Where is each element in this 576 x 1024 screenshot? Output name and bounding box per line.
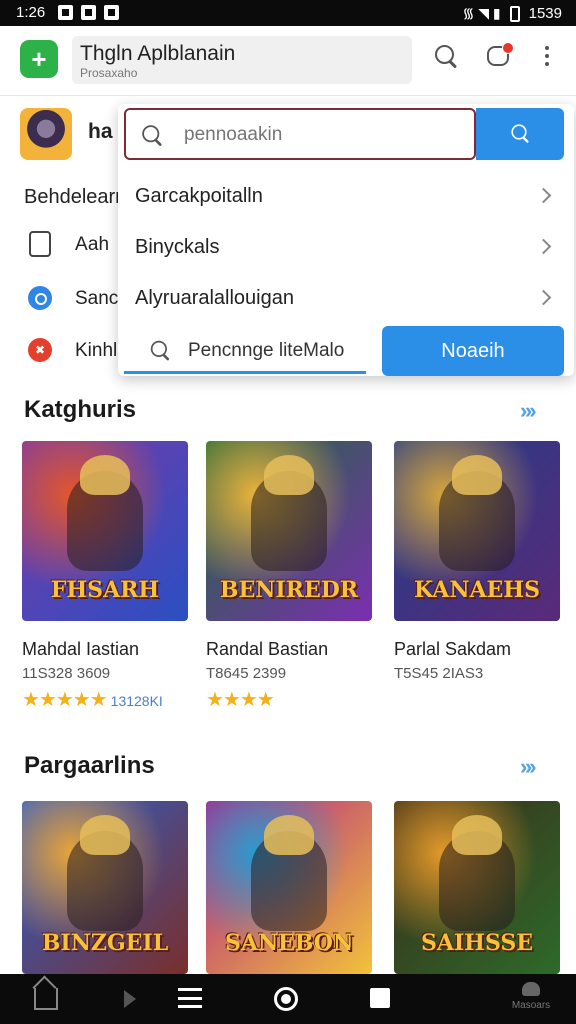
signal-icon: ᯾ ◥ ▮ (462, 5, 501, 21)
game-title-partial: ha (88, 120, 113, 143)
status-bar: 1:26 ᯾ ◥ ▮ 1539 (0, 0, 576, 26)
phone-icon (29, 231, 51, 257)
hero-helmet (264, 455, 314, 495)
notification-badge (502, 42, 514, 54)
rating-count: 13128KI (110, 693, 163, 709)
suggestion-item[interactable]: Alyruaralallouigan (118, 274, 574, 324)
recents-square-icon[interactable] (370, 988, 390, 1008)
game-meta: 11S328 3609 (22, 665, 111, 682)
search-button[interactable] (432, 42, 462, 72)
search-dropdown: Garcakpoitalln Binyckals Alyruaralalloui… (118, 104, 574, 376)
menu-icon[interactable] (178, 988, 202, 1008)
suggestion-item[interactable]: Binyckals (118, 223, 574, 273)
see-more-arrows-icon[interactable]: »› (520, 754, 536, 780)
suggestion-label: Binyckals (135, 236, 220, 258)
bottom-navigation-bar: Masoars (0, 974, 576, 1024)
game-logo-text: BENIREDR (219, 577, 359, 603)
hero-helmet (80, 815, 130, 855)
game-name: Mahdal Iastian (22, 639, 140, 659)
profile-icon (522, 982, 540, 996)
sidebar-item-label: Ааh (75, 234, 110, 255)
notification-icon (81, 5, 96, 20)
app-title-box[interactable]: Thgln Aplblanain Prosaxaho (72, 36, 412, 84)
play-icon[interactable] (124, 990, 136, 1008)
app-subtitle: Prosaxaho (80, 66, 138, 80)
secondary-search-field[interactable]: Pencnnge liteMalo (124, 328, 366, 374)
app-title: Thgln Aplblanain (80, 42, 236, 65)
status-notification-icons (58, 5, 119, 20)
battery-icon (509, 5, 520, 22)
game-logo-text: SANEBON (224, 930, 354, 956)
suggestion-label: Garcakpoitalln (135, 185, 263, 207)
game-logo-text: FHSARH (50, 577, 160, 603)
notification-icon (58, 5, 73, 20)
notifications-button[interactable] (484, 42, 514, 72)
sidebar-item-1[interactable]: Ааh (0, 222, 120, 268)
search-submit-button[interactable] (476, 108, 564, 160)
game-cover-art[interactable]: FHSARH (22, 441, 188, 621)
search-icon (432, 42, 462, 72)
sidebar-item-label: Kinhl (75, 340, 118, 361)
hero-helmet (452, 815, 502, 855)
search-action-button[interactable]: Noaeih (382, 326, 564, 376)
status-time: 1:26 (16, 4, 46, 21)
game-cover-art[interactable]: BINZGEIL (22, 801, 188, 974)
game-cover-art[interactable]: KANAEHS (394, 441, 560, 621)
home-circle-icon[interactable] (274, 987, 298, 1011)
chevron-right-icon (535, 238, 552, 255)
game-name: Randal Bastian (206, 639, 329, 659)
app-logo-icon[interactable]: + (20, 40, 58, 78)
search-field[interactable] (124, 108, 476, 160)
search-icon (148, 338, 174, 364)
game-controller-icon: ✖ (28, 338, 52, 362)
sidebar-heading: Behdelearn (24, 186, 127, 208)
status-right: ᯾ ◥ ▮ 1539 (462, 4, 562, 23)
overflow-menu-button[interactable] (532, 42, 562, 72)
game-logo-text: KANAEHS (414, 577, 540, 603)
suggestion-label: Alyruaralallouigan (135, 287, 294, 309)
game-logo-text: BINZGEIL (41, 930, 169, 956)
see-more-arrows-icon[interactable]: »› (520, 398, 536, 424)
suggestion-item[interactable]: Garcakpoitalln (118, 172, 574, 222)
search-icon (140, 123, 167, 150)
profile-nav-label: Masoars (511, 1000, 551, 1011)
game-name: Parlal Sakdam (394, 639, 512, 659)
search-icon (509, 122, 533, 146)
sidebar-item-2[interactable]: Sanc (0, 276, 120, 322)
rating-stars: ★★★★ (206, 687, 275, 712)
chevron-right-icon (535, 289, 552, 306)
hero-helmet (80, 455, 130, 495)
game-meta: T5S45 2IAS3 (394, 665, 484, 682)
game-meta: T8645 2399 (206, 665, 287, 682)
app-bar: + Thgln Aplblanain Prosaxaho (0, 26, 576, 96)
sidebar-item-3[interactable]: ✖ Kinhl (0, 328, 120, 374)
section-title-popular: Pargaarlins (24, 752, 155, 779)
chat-icon (28, 286, 52, 310)
game-cover-art[interactable]: BENIREDR (206, 441, 372, 621)
hero-helmet (264, 815, 314, 855)
hero-helmet (452, 455, 502, 495)
status-right-time: 1539 (528, 5, 562, 22)
game-cover-art[interactable]: SANEBON (206, 801, 372, 974)
sidebar-item-label: Sanc (75, 288, 119, 309)
game-thumbnail[interactable] (20, 108, 72, 160)
rating-stars: ★★★★★ 13128KI (22, 687, 163, 712)
section-title-categories: Katghuris (24, 396, 137, 423)
game-cover-art[interactable]: SAIHSSE (394, 801, 560, 974)
profile-nav-item[interactable]: Masoars (506, 982, 556, 1022)
home-icon[interactable] (34, 988, 58, 1010)
chevron-right-icon (535, 187, 552, 204)
star-icons: ★★★★ (206, 689, 275, 711)
more-vert-icon (545, 46, 549, 50)
notification-icon (104, 5, 119, 20)
search-input[interactable] (184, 122, 464, 148)
secondary-search-label: Pencnnge liteMalo (188, 340, 345, 361)
star-icons: ★★★★★ (22, 689, 108, 711)
game-logo-text: SAIHSSE (420, 930, 534, 956)
